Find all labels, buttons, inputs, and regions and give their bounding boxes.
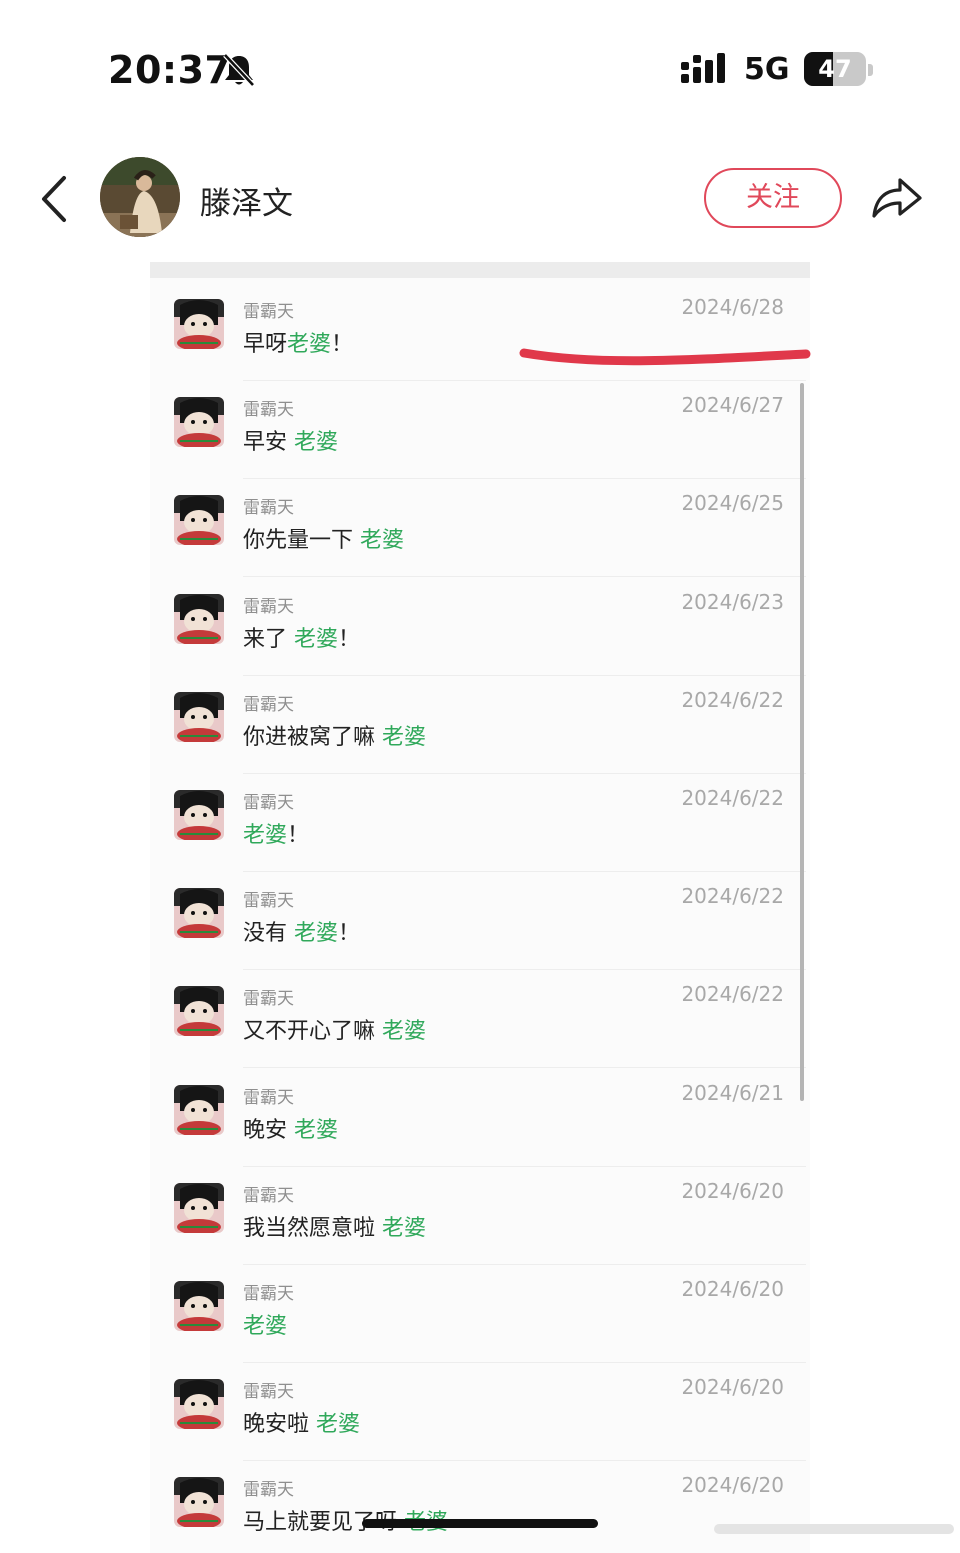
watermark-mark (714, 1524, 954, 1534)
home-indicator[interactable] (362, 1519, 598, 1528)
red-underline-annotation (519, 348, 811, 366)
